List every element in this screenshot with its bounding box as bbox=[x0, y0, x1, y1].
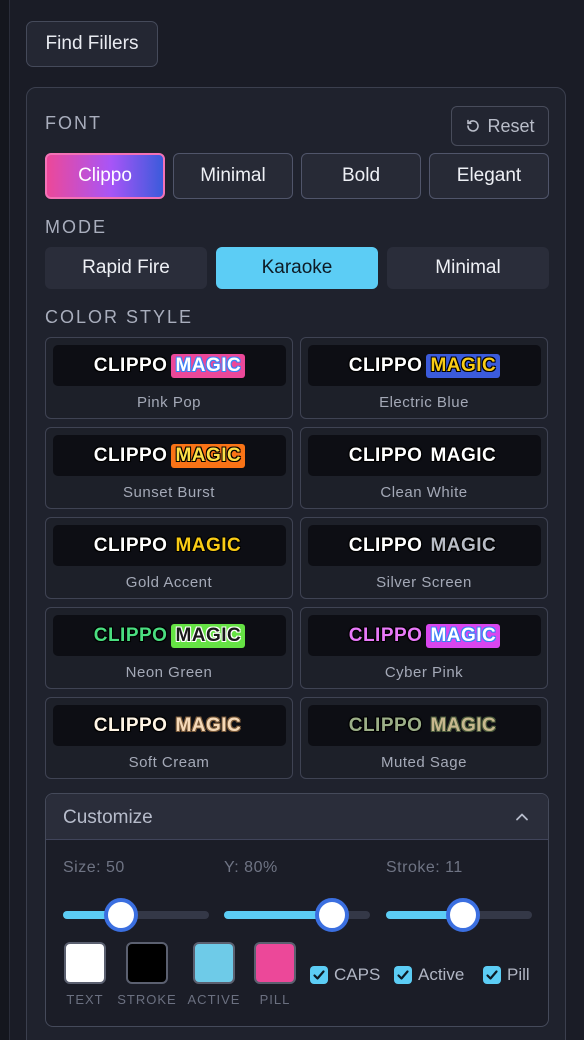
color-style-section-label: COLOR STYLE bbox=[45, 307, 194, 327]
preview-word-2: MAGIC bbox=[171, 623, 246, 648]
color-style-card[interactable]: CLIPPO MAGIC Silver Screen bbox=[300, 517, 548, 599]
preview-word-1: CLIPPO bbox=[348, 714, 423, 736]
preview-word-2: MAGIC bbox=[426, 353, 501, 378]
pill-swatch-label: PILL bbox=[259, 992, 291, 1007]
color-style-name: Silver Screen bbox=[376, 574, 472, 591]
preview-word-2: MAGIC bbox=[171, 443, 246, 468]
preview-word-1: CLIPPO bbox=[93, 714, 168, 736]
find-fillers-button[interactable]: Find Fillers bbox=[26, 21, 158, 67]
color-style-card[interactable]: CLIPPO MAGIC Soft Cream bbox=[45, 697, 293, 779]
mode-section-label: MODE bbox=[45, 217, 107, 237]
color-style-card[interactable]: CLIPPO MAGIC Neon Green bbox=[45, 607, 293, 689]
pill-color-swatch[interactable] bbox=[254, 942, 296, 984]
preview-word-2: MAGIC bbox=[430, 714, 497, 736]
preview-word-2: MAGIC bbox=[175, 714, 242, 736]
color-style-card[interactable]: CLIPPO MAGIC Cyber Pink bbox=[300, 607, 548, 689]
active-checkbox[interactable]: Active bbox=[394, 965, 464, 985]
checkbox-checked-icon bbox=[483, 966, 501, 984]
style-preview: CLIPPO MAGIC bbox=[308, 435, 541, 476]
color-style-name: Gold Accent bbox=[125, 574, 213, 591]
stroke-slider[interactable] bbox=[386, 898, 532, 932]
style-preview: CLIPPO MAGIC bbox=[308, 345, 541, 386]
font-option-elegant[interactable]: Elegant bbox=[429, 153, 549, 199]
preview-word-1: CLIPPO bbox=[93, 444, 168, 466]
checkbox-checked-icon bbox=[394, 966, 412, 984]
preview-word-1: CLIPPO bbox=[348, 624, 423, 646]
preview-word-2: MAGIC bbox=[175, 534, 242, 556]
preview-word-2: MAGIC bbox=[171, 353, 246, 378]
style-preview: CLIPPO MAGIC bbox=[53, 705, 286, 746]
caps-checkbox-label: CAPS bbox=[334, 965, 381, 984]
color-style-card[interactable]: CLIPPO MAGIC Pink Pop bbox=[45, 337, 293, 419]
size-slider-label: Size: 50 bbox=[63, 859, 125, 876]
color-style-card[interactable]: CLIPPO MAGIC Muted Sage bbox=[300, 697, 548, 779]
chevron-up-icon bbox=[516, 813, 528, 821]
text-color-swatch[interactable] bbox=[64, 942, 106, 984]
color-style-name: Electric Blue bbox=[379, 394, 469, 411]
font-section-label: FONT bbox=[45, 113, 102, 133]
active-checkbox-label: Active bbox=[418, 965, 465, 984]
font-option-clippo[interactable]: Clippo bbox=[45, 153, 165, 199]
active-color-swatch[interactable] bbox=[193, 942, 235, 984]
color-style-card[interactable]: CLIPPO MAGIC Electric Blue bbox=[300, 337, 548, 419]
reset-label: Reset bbox=[487, 115, 535, 136]
stroke-slider-label: Stroke: 11 bbox=[386, 859, 463, 876]
style-preview: CLIPPO MAGIC bbox=[308, 615, 541, 656]
left-rail bbox=[0, 0, 10, 1040]
style-preview: CLIPPO MAGIC bbox=[53, 525, 286, 566]
style-preview: CLIPPO MAGIC bbox=[308, 525, 541, 566]
preview-word-1: CLIPPO bbox=[93, 534, 168, 556]
color-style-name: Soft Cream bbox=[128, 754, 210, 771]
color-style-card[interactable]: CLIPPO MAGIC Sunset Burst bbox=[45, 427, 293, 509]
preview-word-1: CLIPPO bbox=[348, 354, 423, 376]
preview-word-1: CLIPPO bbox=[348, 534, 423, 556]
style-preview: CLIPPO MAGIC bbox=[53, 435, 286, 476]
color-style-card[interactable]: CLIPPO MAGIC Gold Accent bbox=[45, 517, 293, 599]
mode-option-rapid-fire[interactable]: Rapid Fire bbox=[45, 247, 207, 289]
color-style-name: Neon Green bbox=[125, 664, 213, 681]
reset-button[interactable]: Reset bbox=[451, 106, 549, 146]
preview-word-2: MAGIC bbox=[430, 534, 497, 556]
pill-checkbox[interactable]: Pill bbox=[483, 965, 530, 985]
color-style-name: Cyber Pink bbox=[384, 664, 464, 681]
mode-option-karaoke[interactable]: Karaoke bbox=[216, 247, 378, 289]
size-slider[interactable] bbox=[63, 898, 209, 932]
pill-checkbox-label: Pill bbox=[507, 965, 530, 984]
style-preview: CLIPPO MAGIC bbox=[308, 705, 541, 746]
preview-word-2: MAGIC bbox=[430, 444, 497, 466]
font-option-minimal[interactable]: Minimal bbox=[173, 153, 293, 199]
customize-section: Customize Size: 50 Y: 80% Stroke: 11 TEX… bbox=[45, 793, 549, 1027]
color-style-name: Sunset Burst bbox=[123, 484, 215, 501]
preview-word-1: CLIPPO bbox=[93, 354, 168, 376]
y-slider-label: Y: 80% bbox=[224, 859, 278, 876]
color-style-name: Pink Pop bbox=[136, 394, 202, 411]
caption-style-panel: FONT Reset Clippo Minimal Bold Elegant M… bbox=[26, 87, 566, 1040]
caps-checkbox[interactable]: CAPS bbox=[310, 965, 380, 985]
color-style-name: Muted Sage bbox=[381, 754, 467, 771]
checkbox-checked-icon bbox=[310, 966, 328, 984]
color-style-card[interactable]: CLIPPO MAGIC Clean White bbox=[300, 427, 548, 509]
customize-title: Customize bbox=[63, 807, 153, 828]
style-preview: CLIPPO MAGIC bbox=[53, 615, 286, 656]
stroke-slider-thumb[interactable] bbox=[446, 898, 481, 932]
customize-header[interactable]: Customize bbox=[46, 794, 548, 840]
y-slider-thumb[interactable] bbox=[315, 898, 350, 932]
style-preview: CLIPPO MAGIC bbox=[53, 345, 286, 386]
preview-word-1: CLIPPO bbox=[348, 444, 423, 466]
y-slider[interactable] bbox=[224, 898, 370, 932]
mode-option-minimal[interactable]: Minimal bbox=[387, 247, 549, 289]
preview-word-1: CLIPPO bbox=[93, 624, 168, 646]
color-style-name: Clean White bbox=[380, 484, 468, 501]
font-option-bold[interactable]: Bold bbox=[301, 153, 421, 199]
preview-word-2: MAGIC bbox=[426, 623, 501, 648]
stroke-color-swatch[interactable] bbox=[126, 942, 168, 984]
reset-icon bbox=[467, 119, 480, 132]
size-slider-thumb[interactable] bbox=[104, 898, 139, 932]
